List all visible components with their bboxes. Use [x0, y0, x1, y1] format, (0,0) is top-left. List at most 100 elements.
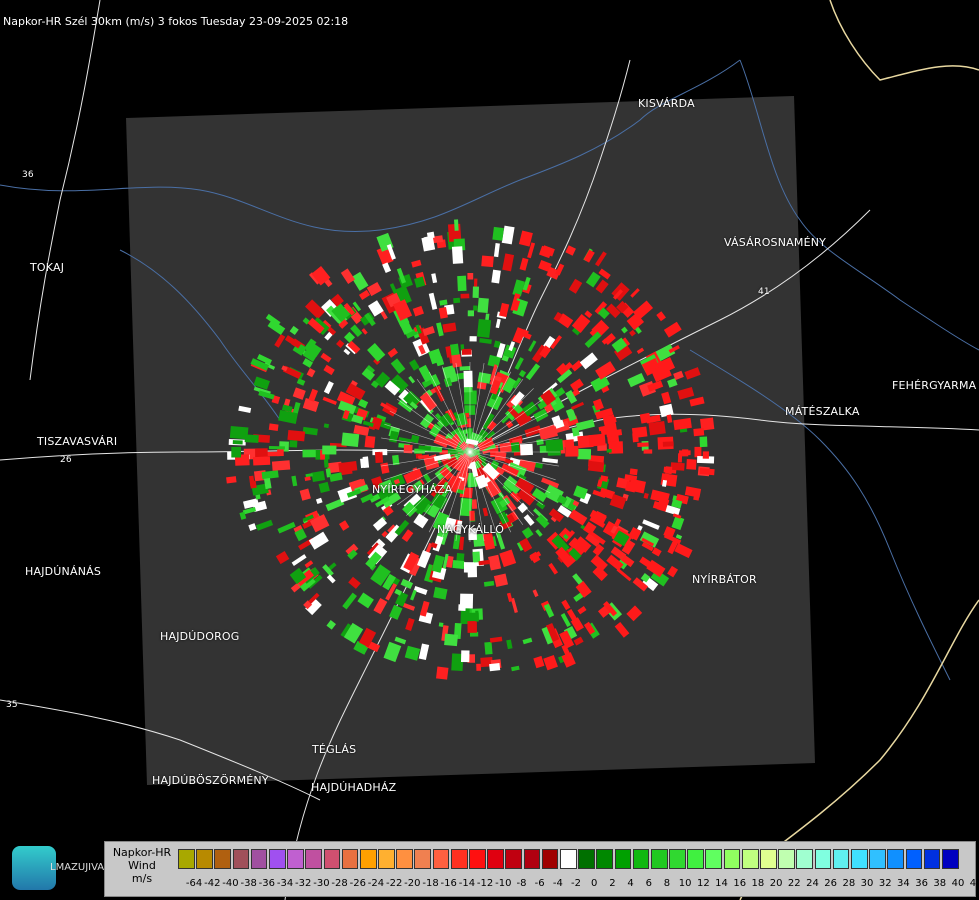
radar-echo	[252, 456, 271, 466]
map-title: Napkor-HR Szél 30km (m/s) 3 fokos Tuesda…	[3, 15, 349, 28]
radar-echo	[536, 438, 544, 446]
legend-swatch	[669, 849, 686, 869]
city-label: VÁSÁROSNAMÉNY	[724, 236, 827, 249]
legend-tick: -38	[240, 878, 257, 889]
legend-swatch	[760, 849, 777, 869]
legend-swatch	[487, 849, 504, 869]
radar-echo	[454, 219, 459, 231]
radar-echo	[341, 432, 360, 448]
radar-echo	[458, 604, 466, 611]
radar-echo	[438, 622, 444, 627]
legend-tick: -34	[276, 878, 294, 889]
logo-text: LMAZUJIVAR	[50, 862, 112, 873]
legend-swatch	[850, 849, 868, 869]
legend-tick: 0	[591, 878, 598, 889]
radar-echo	[463, 370, 473, 388]
radar-echo	[277, 449, 284, 457]
legend-swatch	[869, 849, 886, 869]
city-label: HAJDÚBÖSZÖRMÉNY	[152, 774, 269, 787]
legend-ticks: -64 -42 -40 -38 -36 -34 -32 -30 -28 -26 -24 -22 -20-…	[185, 878, 979, 889]
legend-swatch	[305, 849, 322, 869]
radar-echo	[471, 499, 478, 510]
legend-tick: -6	[534, 878, 545, 889]
legend-tick: 38	[933, 878, 947, 889]
legend-tick: 34	[897, 878, 910, 889]
legend-swatch	[505, 849, 523, 869]
radar-echo	[469, 336, 477, 342]
legend-swatch	[832, 849, 850, 869]
radar-echo	[322, 445, 337, 455]
radar-echo	[565, 445, 579, 457]
legend-swatch	[778, 849, 795, 869]
radar-echo	[545, 438, 564, 452]
city-label: HAJDÚHADHÁZ	[311, 781, 397, 794]
legend-tick: 10	[678, 878, 692, 889]
radar-echo	[694, 446, 702, 458]
radar-echo	[302, 449, 316, 458]
radar-echo	[364, 435, 376, 449]
legend-tick: 8	[663, 878, 671, 889]
radar-echo	[520, 443, 533, 456]
radar-echo	[467, 310, 475, 317]
city-label: NAGYKÁLLÓ	[437, 523, 505, 536]
radar-echo	[461, 650, 470, 663]
legend-swatch	[596, 849, 613, 869]
radar-spokes	[380, 362, 560, 542]
legend-tick: 4	[627, 878, 634, 889]
radar-echo	[466, 612, 479, 622]
radar-echo	[492, 226, 504, 241]
radar-echo	[472, 551, 481, 563]
legend-tick: -28	[331, 878, 348, 889]
legend-swatch	[414, 849, 432, 869]
radar-echo	[451, 246, 464, 264]
radar-echo	[473, 305, 478, 311]
city-label: TISZAVASVÁRI	[37, 435, 118, 448]
legend-tick: 16	[733, 878, 747, 889]
legend-swatch	[250, 849, 268, 869]
radar-echo	[464, 390, 477, 405]
radar-echo	[362, 456, 370, 469]
radar-echo	[588, 433, 606, 447]
city-label: HAJDÚDOROG	[160, 630, 240, 643]
radar-echo	[489, 662, 501, 672]
radar-echo	[268, 423, 279, 431]
legend-swatch	[578, 849, 595, 869]
radar-echo	[323, 459, 329, 468]
legend-tick: 22	[787, 878, 801, 889]
legend-swatch	[268, 849, 286, 869]
radar-echo	[686, 459, 697, 470]
radar-echo	[577, 448, 592, 460]
road-number: 35	[6, 700, 18, 710]
legend-tick: -4	[552, 878, 563, 889]
radar-echo	[249, 480, 257, 489]
radar-map	[0, 0, 979, 900]
radar-echo	[477, 297, 489, 314]
radar-echo	[702, 451, 709, 459]
legend-tick: 36	[915, 878, 928, 889]
road-number: 26	[60, 455, 72, 465]
radar-echo	[643, 449, 653, 454]
radar-echo	[461, 348, 472, 355]
legend-swatch	[341, 849, 359, 869]
radar-echo	[244, 434, 259, 443]
legend-tick: 18	[751, 878, 765, 889]
radar-echo	[609, 435, 617, 442]
legend-swatch	[541, 849, 559, 869]
radar-echo	[459, 365, 471, 371]
city-label: MÁTÉSZALKA	[785, 405, 860, 418]
legend-swatch	[650, 849, 668, 869]
legend-tick: -64	[185, 878, 203, 889]
wind-legend: Napkor-HR Wind m/s -64 -42 -40 -38 -36 -34 -32…	[104, 841, 979, 897]
legend-tick: 28	[842, 878, 856, 889]
legend-line-3: m/s	[131, 872, 153, 885]
radar-echo	[436, 666, 449, 680]
legend-swatch	[287, 849, 304, 869]
legend-swatch	[559, 849, 577, 869]
legend-tick: -30	[313, 878, 330, 889]
legend-tick: 6	[645, 878, 652, 889]
legend-swatch	[741, 849, 759, 869]
radar-echo	[463, 387, 473, 393]
legend-tick: -10	[495, 878, 512, 889]
radar-echo	[231, 446, 241, 458]
legend-swatch	[705, 849, 723, 869]
